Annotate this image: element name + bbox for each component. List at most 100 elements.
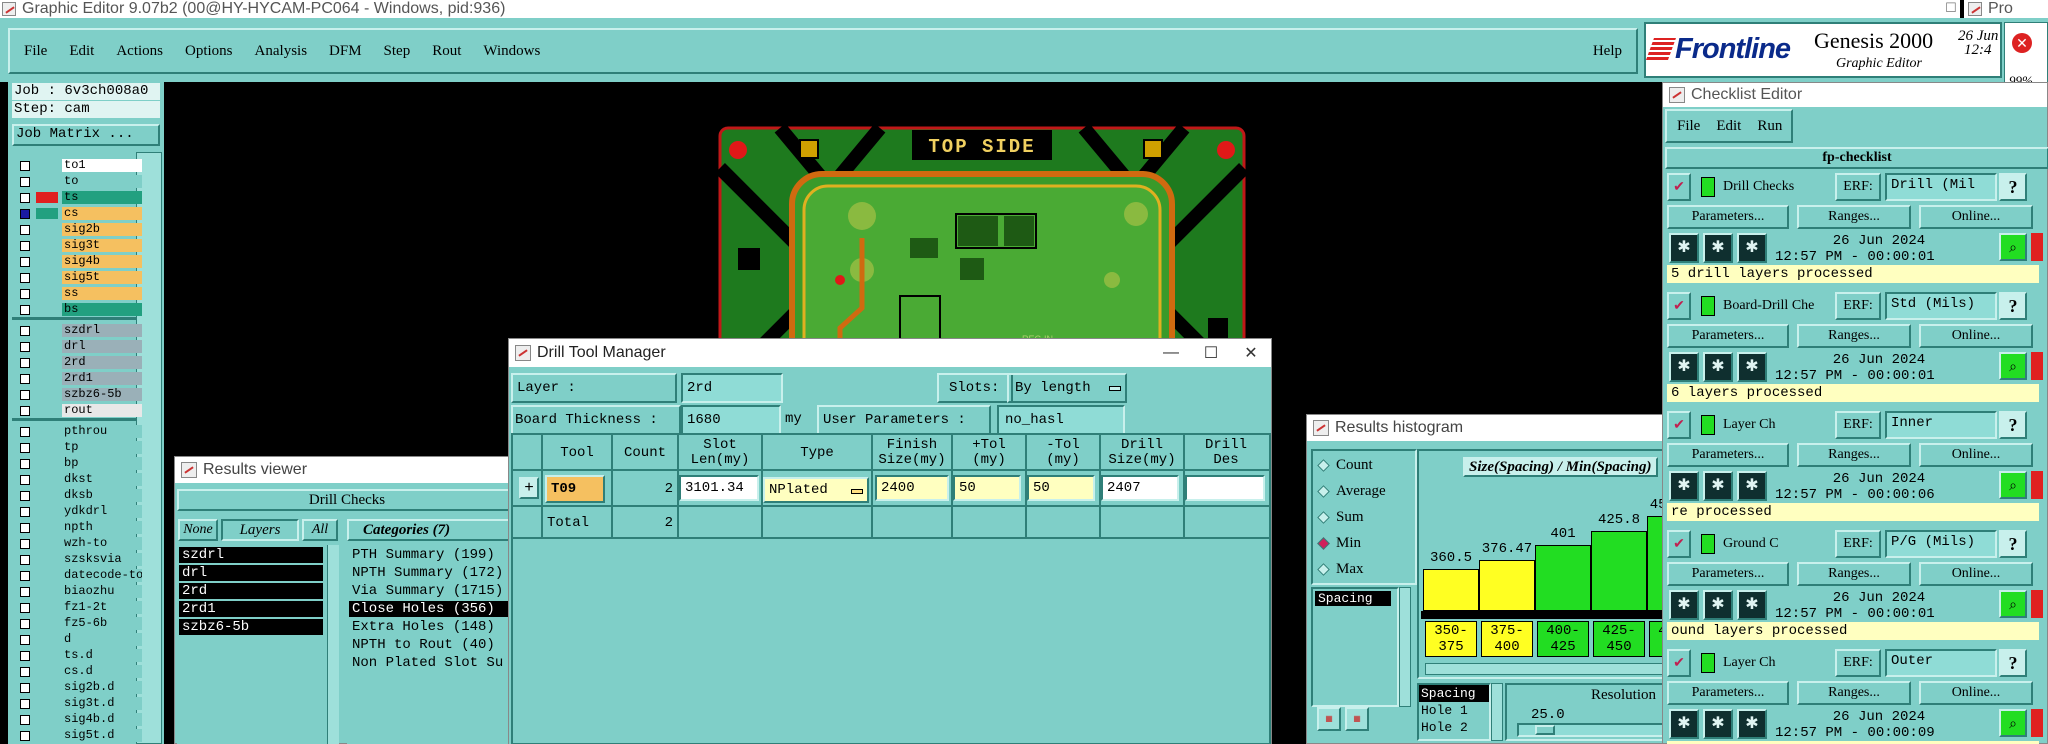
- layer-row[interactable]: to1: [12, 158, 142, 173]
- zoom-icon[interactable]: ⌕: [1999, 709, 2027, 737]
- category-item[interactable]: Close Holes (356): [349, 601, 509, 617]
- layer-row[interactable]: pthrou: [12, 424, 142, 439]
- online-button[interactable]: Online...: [1919, 443, 2033, 467]
- hole-list-item[interactable]: Hole 2: [1419, 719, 1489, 736]
- layer-checkbox[interactable]: [20, 192, 30, 203]
- layer-row[interactable]: szsksvia: [12, 552, 142, 567]
- layer-checkbox[interactable]: [20, 405, 30, 416]
- run-icon[interactable]: ✱: [1669, 590, 1699, 620]
- check-name[interactable]: Layer Ch: [1723, 655, 1827, 673]
- layer-checkbox[interactable]: [20, 341, 30, 352]
- layer-row[interactable]: cs: [12, 206, 142, 221]
- parameters-button[interactable]: Parameters...: [1667, 205, 1789, 229]
- report-icon[interactable]: ✱: [1737, 233, 1767, 263]
- run-icon[interactable]: ✱: [1669, 471, 1699, 501]
- histogram-bar[interactable]: [1479, 560, 1535, 611]
- layer-row[interactable]: bp: [12, 456, 142, 471]
- type-dropdown[interactable]: NPlated: [763, 477, 869, 503]
- finish-size-cell[interactable]: 2400: [875, 475, 949, 501]
- zoom-icon[interactable]: ⌕: [1999, 352, 2027, 380]
- parameters-button[interactable]: Parameters...: [1667, 681, 1789, 705]
- zoom-icon[interactable]: ⌕: [1999, 233, 2027, 261]
- layer-row[interactable]: fz5-6b: [12, 616, 142, 631]
- layer-checkbox[interactable]: [20, 176, 30, 187]
- close-button[interactable]: ✕: [1231, 343, 1271, 363]
- result-layer-item[interactable]: 2rd: [179, 583, 323, 599]
- aggregate-option[interactable]: Min: [1317, 535, 1361, 552]
- checklist-menu-edit[interactable]: Edit: [1716, 118, 1741, 135]
- layer-checkbox[interactable]: [20, 666, 30, 677]
- category-item[interactable]: Via Summary (1715): [349, 583, 519, 599]
- menu-step[interactable]: Step: [384, 43, 411, 60]
- layer-row[interactable]: to: [12, 174, 142, 189]
- menu-edit[interactable]: Edit: [69, 43, 94, 60]
- ranges-button[interactable]: Ranges...: [1797, 443, 1911, 467]
- layer-row[interactable]: dkst: [12, 472, 142, 487]
- layer-checkbox[interactable]: [20, 730, 30, 741]
- run-icon[interactable]: ✱: [1669, 709, 1699, 739]
- check-toggle[interactable]: ✔: [1667, 530, 1691, 558]
- metric-list[interactable]: Spacing: [1311, 587, 1399, 707]
- layer-checkbox[interactable]: [20, 442, 30, 453]
- layer-checkbox[interactable]: [20, 373, 30, 384]
- layer-checkbox[interactable]: [20, 602, 30, 613]
- report-icon[interactable]: ✱: [1737, 471, 1767, 501]
- layer-row[interactable]: ydkdrl: [12, 504, 142, 519]
- layer-checkbox[interactable]: [20, 554, 30, 565]
- menu-actions[interactable]: Actions: [116, 43, 163, 60]
- parameters-button[interactable]: Parameters...: [1667, 443, 1789, 467]
- thickness-field[interactable]: 1680: [681, 405, 781, 435]
- check-toggle[interactable]: ✔: [1667, 292, 1691, 320]
- ranges-button[interactable]: Ranges...: [1797, 562, 1911, 586]
- online-button[interactable]: Online...: [1919, 562, 2033, 586]
- metric-list-scrollbar[interactable]: [1399, 587, 1411, 707]
- check-name[interactable]: Drill Checks: [1723, 179, 1827, 197]
- menu-rout[interactable]: Rout: [432, 43, 461, 60]
- check-toggle[interactable]: ✔: [1667, 411, 1691, 439]
- erf-field[interactable]: Std (Mils): [1885, 292, 1997, 320]
- result-layer-item[interactable]: szdrl: [179, 547, 323, 563]
- tool-cell[interactable]: T09: [545, 475, 605, 503]
- result-layer-item[interactable]: szbz6-5b: [179, 619, 323, 635]
- layer-checkbox[interactable]: [20, 272, 30, 283]
- layer-row[interactable]: drl: [12, 339, 142, 354]
- help-button[interactable]: ?: [1999, 530, 2027, 558]
- check-toggle[interactable]: ✔: [1667, 173, 1691, 201]
- drill-size-cell[interactable]: 2407: [1101, 475, 1179, 501]
- online-button[interactable]: Online...: [1919, 324, 2033, 348]
- online-button[interactable]: Online...: [1919, 681, 2033, 705]
- hole-list-item[interactable]: Spacing: [1419, 685, 1489, 702]
- layer-row[interactable]: szdrl: [12, 323, 142, 338]
- layer-row[interactable]: ss: [12, 286, 142, 301]
- filter-all-button[interactable]: All: [302, 519, 338, 541]
- menu-windows[interactable]: Windows: [483, 43, 540, 60]
- stop-icon[interactable]: ✕: [2012, 33, 2032, 53]
- erf-field[interactable]: Outer: [1885, 649, 1997, 677]
- category-item[interactable]: PTH Summary (199): [349, 547, 519, 563]
- layer-row[interactable]: cs.d: [12, 664, 142, 679]
- menu-dfm[interactable]: DFM: [329, 43, 362, 60]
- user-params-field[interactable]: no_hasl: [997, 405, 1125, 435]
- aggregate-option[interactable]: Count: [1317, 457, 1373, 474]
- layer-checkbox[interactable]: [20, 224, 30, 235]
- layer-checkbox[interactable]: [20, 586, 30, 597]
- check-toggle[interactable]: ✔: [1667, 649, 1691, 677]
- layer-row[interactable]: wzh-to: [12, 536, 142, 551]
- layer-checkbox[interactable]: [20, 682, 30, 693]
- erf-field[interactable]: Inner: [1885, 411, 1997, 439]
- checklist-menu-file[interactable]: File: [1677, 118, 1700, 135]
- layer-row[interactable]: fz1-2t: [12, 600, 142, 615]
- show-icon[interactable]: ✱: [1703, 233, 1733, 263]
- ranges-button[interactable]: Ranges...: [1797, 681, 1911, 705]
- layer-row[interactable]: szbz6-5b: [12, 387, 142, 402]
- layer-checkbox[interactable]: [20, 490, 30, 501]
- layer-results-list[interactable]: szdrl drl 2rd 2rd1 szbz6-5b: [177, 545, 337, 744]
- layer-row[interactable]: npth: [12, 520, 142, 535]
- layer-row[interactable]: sig5t.d: [12, 728, 142, 743]
- plus-tol-cell[interactable]: 50: [953, 475, 1021, 501]
- layer-checkbox[interactable]: [20, 426, 30, 437]
- layer-row[interactable]: 2rd: [12, 355, 142, 370]
- parameters-button[interactable]: Parameters...: [1667, 324, 1789, 348]
- menu-help[interactable]: Help: [1593, 43, 1622, 60]
- menu-file[interactable]: File: [24, 43, 47, 60]
